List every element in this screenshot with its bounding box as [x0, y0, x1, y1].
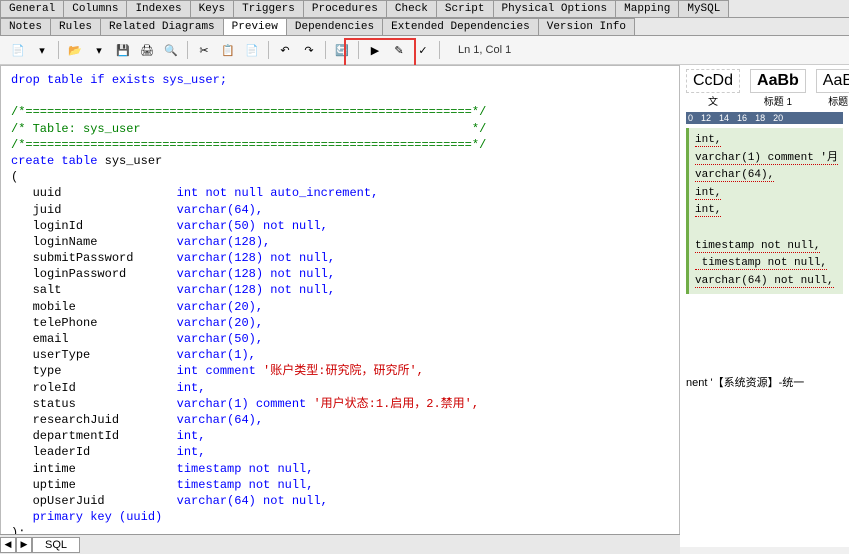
- paste-button[interactable]: 📄: [242, 40, 262, 60]
- tab-rules[interactable]: Rules: [50, 18, 101, 35]
- tab-physical-options[interactable]: Physical Options: [493, 0, 617, 17]
- toolbar: 📄 ▾ 📂 ▾ 💾 🖨 🔍 ✂ 📋 📄 ↶ ↷ 🔄 ▶ ✎ ✓ Ln 1, Co…: [0, 36, 849, 65]
- tab-mysql[interactable]: MySQL: [678, 0, 729, 17]
- new-button[interactable]: 📄: [8, 40, 28, 60]
- refresh-button[interactable]: 🔄: [332, 40, 352, 60]
- tab-related-diagrams[interactable]: Related Diagrams: [100, 18, 224, 35]
- cut-button[interactable]: ✂: [194, 40, 214, 60]
- save-button[interactable]: 💾: [113, 40, 133, 60]
- tab-version-info[interactable]: Version Info: [538, 18, 635, 35]
- comment-fragment: nent '【系统资源】-统一: [686, 374, 843, 390]
- right-code-block: int, varchar(1) comment '月 varchar(64), …: [686, 128, 843, 294]
- style-label: 标题 2: [816, 93, 849, 108]
- style-label: 标题 1: [750, 93, 806, 108]
- edit-button[interactable]: ✎: [389, 40, 409, 60]
- tab-triggers[interactable]: Triggers: [233, 0, 304, 17]
- print-button[interactable]: 🖨: [137, 40, 157, 60]
- tab-check[interactable]: Check: [386, 0, 437, 17]
- undo-button[interactable]: ↶: [275, 40, 295, 60]
- tab-sql[interactable]: SQL: [32, 537, 80, 553]
- sql-editor[interactable]: drop table if exists sys_user; /*=======…: [0, 65, 680, 547]
- tab-extended-dependencies[interactable]: Extended Dependencies: [382, 18, 539, 35]
- execute-button[interactable]: ▶: [365, 40, 385, 60]
- copy-button[interactable]: 📋: [218, 40, 238, 60]
- style-label: 文: [686, 93, 740, 108]
- ruler: 01214161820: [686, 112, 843, 124]
- dropdown-icon[interactable]: ▾: [89, 40, 109, 60]
- redo-button[interactable]: ↷: [299, 40, 319, 60]
- tab-columns[interactable]: Columns: [63, 0, 127, 17]
- bottom-bar: ◀ ▶ SQL: [0, 534, 680, 554]
- tabs-row-2: NotesRulesRelated DiagramsPreviewDepende…: [0, 18, 849, 36]
- tab-script[interactable]: Script: [436, 0, 494, 17]
- tab-mapping[interactable]: Mapping: [615, 0, 679, 17]
- nav-next-icon[interactable]: ▶: [16, 537, 32, 553]
- tab-indexes[interactable]: Indexes: [126, 0, 190, 17]
- cursor-position: Ln 1, Col 1: [458, 44, 511, 56]
- nav-prev-icon[interactable]: ◀: [0, 537, 16, 553]
- style-sample[interactable]: CcDd: [686, 69, 740, 93]
- find-button[interactable]: 🔍: [161, 40, 181, 60]
- tab-general[interactable]: General: [0, 0, 64, 17]
- tab-dependencies[interactable]: Dependencies: [286, 18, 383, 35]
- right-panel: CcDd 文 AaBb 标题 1 AaBb 标题 2 01214161820 i…: [680, 65, 849, 547]
- tab-preview[interactable]: Preview: [223, 18, 287, 35]
- tab-keys[interactable]: Keys: [190, 0, 234, 17]
- tab-notes[interactable]: Notes: [0, 18, 51, 35]
- tab-procedures[interactable]: Procedures: [303, 0, 387, 17]
- tabs-row-1: GeneralColumnsIndexesKeysTriggersProcedu…: [0, 0, 849, 18]
- dropdown-icon[interactable]: ▾: [32, 40, 52, 60]
- check-button[interactable]: ✓: [413, 40, 433, 60]
- open-button[interactable]: 📂: [65, 40, 85, 60]
- style-heading2[interactable]: AaBb: [816, 69, 849, 93]
- style-heading1[interactable]: AaBb: [750, 69, 806, 93]
